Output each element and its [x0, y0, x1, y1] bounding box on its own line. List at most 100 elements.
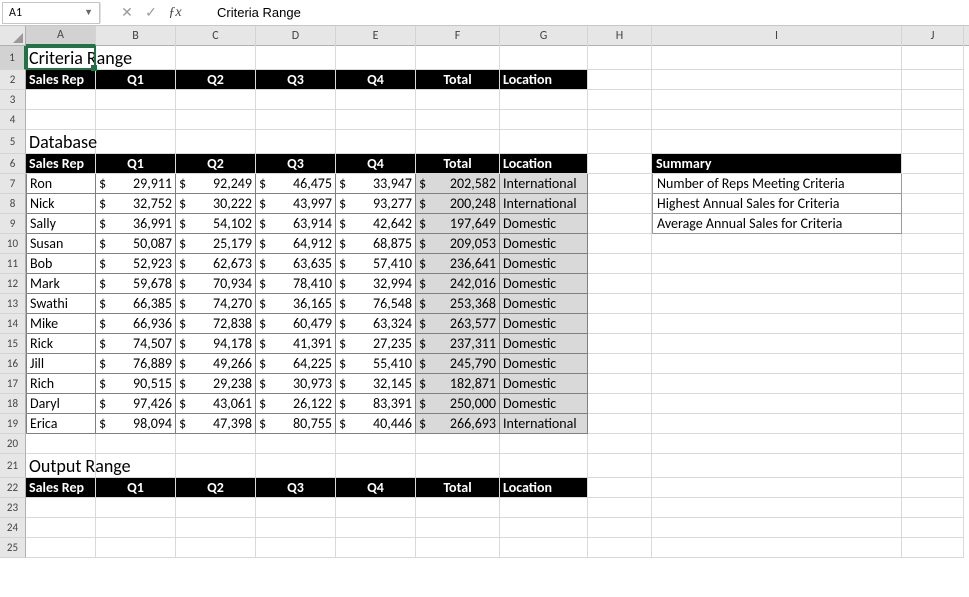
- row-header-11[interactable]: 11: [0, 254, 26, 274]
- currency-cell[interactable]: $36,165: [256, 294, 336, 314]
- cell[interactable]: [500, 454, 588, 478]
- cell[interactable]: [652, 274, 902, 294]
- row-header-24[interactable]: 24: [0, 518, 26, 538]
- currency-cell[interactable]: $74,270: [176, 294, 256, 314]
- cell[interactable]: [902, 194, 964, 214]
- currency-cell[interactable]: $253,368: [416, 294, 500, 314]
- cell[interactable]: [416, 434, 500, 454]
- cell[interactable]: [416, 498, 500, 518]
- location-cell[interactable]: International: [500, 174, 588, 194]
- cell[interactable]: [902, 314, 964, 334]
- col-header-F[interactable]: F: [416, 26, 500, 46]
- cell[interactable]: [588, 334, 652, 354]
- cell[interactable]: [416, 90, 500, 110]
- cell[interactable]: [176, 518, 256, 538]
- cell[interactable]: [96, 454, 176, 478]
- cell[interactable]: [588, 194, 652, 214]
- cell[interactable]: [652, 294, 902, 314]
- currency-cell[interactable]: $245,790: [416, 354, 500, 374]
- currency-cell[interactable]: $93,277: [336, 194, 416, 214]
- cell[interactable]: [902, 70, 964, 90]
- cell[interactable]: [588, 414, 652, 434]
- table-header[interactable]: Q4: [336, 154, 416, 174]
- table-header[interactable]: Q3: [256, 154, 336, 174]
- currency-cell[interactable]: $63,914: [256, 214, 336, 234]
- location-cell[interactable]: Domestic: [500, 374, 588, 394]
- cell[interactable]: [416, 454, 500, 478]
- cell[interactable]: [652, 394, 902, 414]
- cell[interactable]: [176, 90, 256, 110]
- database-title[interactable]: Database: [26, 130, 96, 154]
- table-header[interactable]: Total: [416, 154, 500, 174]
- cell[interactable]: [588, 214, 652, 234]
- cell[interactable]: [416, 46, 500, 70]
- currency-cell[interactable]: $32,145: [336, 374, 416, 394]
- cell[interactable]: [96, 90, 176, 110]
- col-header-G[interactable]: G: [500, 26, 588, 46]
- currency-cell[interactable]: $263,577: [416, 314, 500, 334]
- currency-cell[interactable]: $50,087: [96, 234, 176, 254]
- currency-cell[interactable]: $94,178: [176, 334, 256, 354]
- cell[interactable]: [336, 538, 416, 558]
- cell[interactable]: [652, 454, 902, 478]
- currency-cell[interactable]: $76,548: [336, 294, 416, 314]
- cell[interactable]: [416, 110, 500, 130]
- cell[interactable]: [652, 414, 902, 434]
- summary-row[interactable]: Highest Annual Sales for Criteria: [652, 194, 902, 214]
- currency-cell[interactable]: $30,222: [176, 194, 256, 214]
- currency-cell[interactable]: $202,582: [416, 174, 500, 194]
- cell[interactable]: [902, 454, 964, 478]
- currency-cell[interactable]: $68,875: [336, 234, 416, 254]
- row-header-7[interactable]: 7: [0, 174, 26, 194]
- table-header[interactable]: Total: [416, 478, 500, 498]
- currency-cell[interactable]: $64,225: [256, 354, 336, 374]
- currency-cell[interactable]: $36,991: [96, 214, 176, 234]
- currency-cell[interactable]: $29,911: [96, 174, 176, 194]
- summary-row[interactable]: Average Annual Sales for Criteria: [652, 214, 902, 234]
- output-range-title[interactable]: Output Range: [26, 454, 96, 478]
- currency-cell[interactable]: $63,324: [336, 314, 416, 334]
- table-header[interactable]: Q1: [96, 154, 176, 174]
- cell[interactable]: [256, 90, 336, 110]
- cell[interactable]: [416, 518, 500, 538]
- cell[interactable]: [588, 454, 652, 478]
- cell[interactable]: [176, 498, 256, 518]
- currency-cell[interactable]: $52,923: [96, 254, 176, 274]
- cell[interactable]: [652, 478, 902, 498]
- cell[interactable]: [652, 314, 902, 334]
- rep-name[interactable]: Swathi: [26, 294, 96, 314]
- cell[interactable]: [96, 434, 176, 454]
- currency-cell[interactable]: $46,475: [256, 174, 336, 194]
- row-header-19[interactable]: 19: [0, 414, 26, 434]
- cell[interactable]: [256, 538, 336, 558]
- location-cell[interactable]: Domestic: [500, 394, 588, 414]
- cell[interactable]: [588, 354, 652, 374]
- cell[interactable]: [416, 538, 500, 558]
- table-header[interactable]: Location: [500, 478, 588, 498]
- cell[interactable]: [588, 234, 652, 254]
- criteria-range-title[interactable]: Criteria Range: [26, 46, 96, 70]
- cell[interactable]: [500, 518, 588, 538]
- table-header[interactable]: Q2: [176, 478, 256, 498]
- rep-name[interactable]: Erica: [26, 414, 96, 434]
- currency-cell[interactable]: $49,266: [176, 354, 256, 374]
- row-header-8[interactable]: 8: [0, 194, 26, 214]
- cell[interactable]: [26, 498, 96, 518]
- cell[interactable]: [416, 130, 500, 154]
- cell[interactable]: [652, 110, 902, 130]
- currency-cell[interactable]: $40,446: [336, 414, 416, 434]
- cell[interactable]: [902, 90, 964, 110]
- currency-cell[interactable]: $25,179: [176, 234, 256, 254]
- row-header-13[interactable]: 13: [0, 294, 26, 314]
- cell[interactable]: [336, 454, 416, 478]
- cell[interactable]: [588, 314, 652, 334]
- chevron-down-icon[interactable]: ▼: [84, 7, 93, 18]
- currency-cell[interactable]: $197,649: [416, 214, 500, 234]
- currency-cell[interactable]: $74,507: [96, 334, 176, 354]
- cell[interactable]: [26, 518, 96, 538]
- cell[interactable]: [902, 274, 964, 294]
- currency-cell[interactable]: $250,000: [416, 394, 500, 414]
- currency-cell[interactable]: $29,238: [176, 374, 256, 394]
- cell[interactable]: [96, 518, 176, 538]
- cell[interactable]: [588, 174, 652, 194]
